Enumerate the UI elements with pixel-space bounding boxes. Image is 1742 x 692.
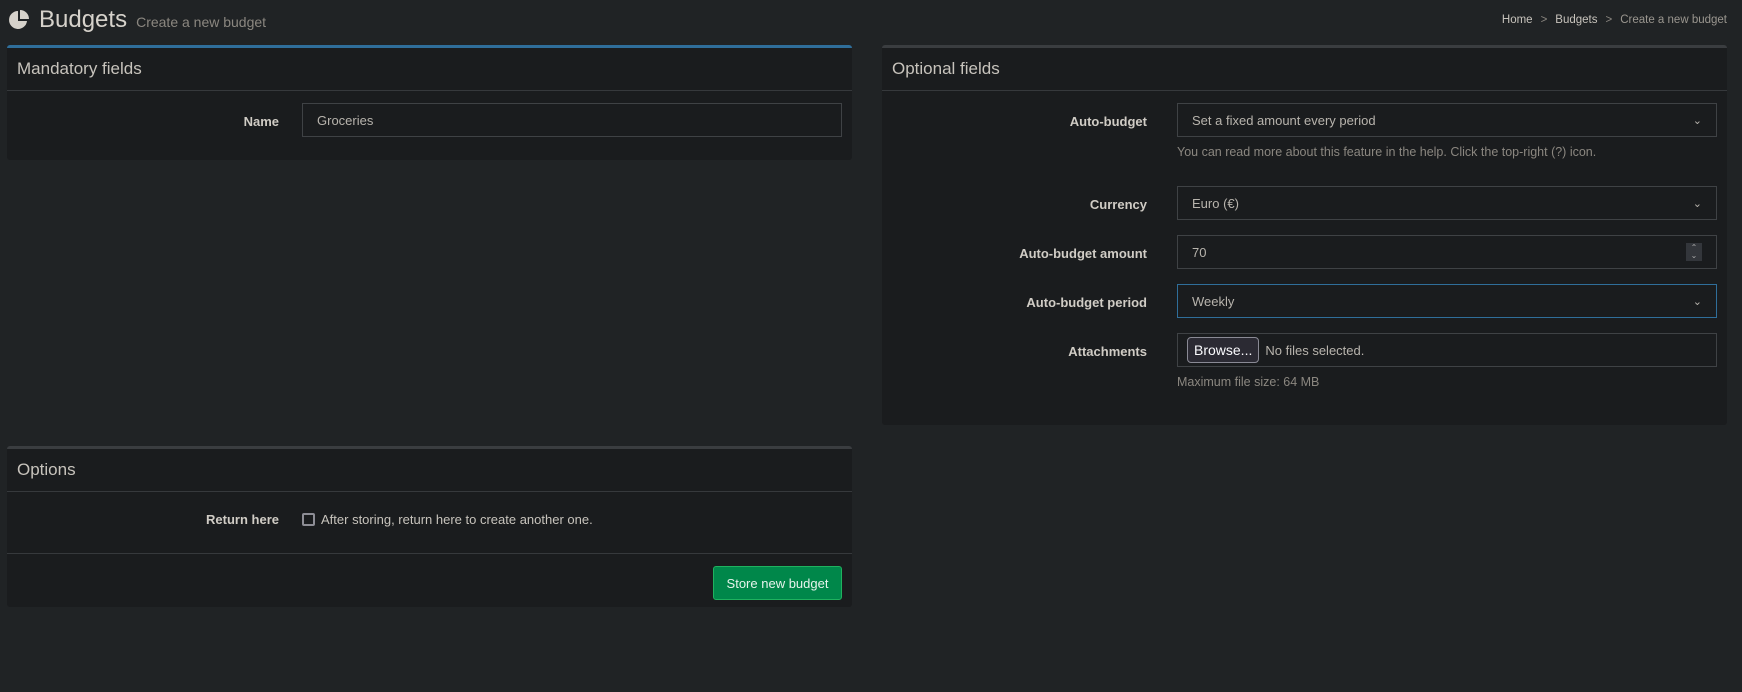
auto-budget-select[interactable]: Set a fixed amount every period ⌄ [1177, 103, 1717, 137]
mandatory-fields-panel: Mandatory fields Name Groceries [7, 45, 852, 160]
return-here-option[interactable]: After storing, return here to create ano… [302, 512, 593, 527]
auto-budget-help: You can read more about this feature in … [1177, 145, 1597, 159]
period-select[interactable]: Weekly ⌄ [1177, 284, 1717, 318]
breadcrumb-home[interactable]: Home [1502, 14, 1533, 26]
auto-budget-value: Set a fixed amount every period [1192, 112, 1376, 128]
pie-chart-icon [9, 10, 29, 29]
return-here-checkbox[interactable] [302, 513, 315, 526]
options-panel: Options Return here After storing, retur… [7, 446, 852, 607]
chevron-down-icon: ⌄ [1692, 197, 1702, 210]
auto-budget-label: Auto-budget [1069, 114, 1147, 129]
browse-button[interactable]: Browse... [1187, 337, 1260, 363]
optional-fields-panel: Optional fields Auto-budget Set a fixed … [882, 45, 1727, 425]
page-header: Budgets Create a new budget [8, 6, 266, 34]
page-subtitle: Create a new budget [136, 14, 267, 30]
attachments-label: Attachments [1068, 344, 1147, 359]
divider [7, 553, 852, 554]
panel-title: Options [7, 449, 852, 492]
panel-title: Mandatory fields [7, 48, 852, 91]
amount-input[interactable]: 70 ⌃ ⌄ [1177, 235, 1717, 269]
currency-select[interactable]: Euro (€) ⌄ [1177, 186, 1717, 220]
max-file-size: Maximum file size: 64 MB [1177, 375, 1320, 389]
name-input[interactable]: Groceries [302, 103, 842, 137]
amount-label: Auto-budget amount [1019, 246, 1147, 261]
breadcrumb: Home > Budgets > Create a new budget [1502, 14, 1727, 26]
store-new-budget-button[interactable]: Store new budget [713, 566, 842, 600]
breadcrumb-budgets[interactable]: Budgets [1555, 14, 1597, 26]
period-value: Weekly [1192, 293, 1235, 309]
currency-label: Currency [1089, 197, 1147, 212]
panel-title: Optional fields [882, 48, 1727, 91]
attachments-input[interactable]: Browse... No files selected. [1177, 333, 1717, 367]
page-title: Budgets [39, 6, 128, 33]
currency-value: Euro (€) [1192, 195, 1239, 211]
return-here-text: After storing, return here to create ano… [321, 512, 593, 527]
return-here-label: Return here [206, 512, 279, 527]
chevron-down-icon: ⌄ [1692, 114, 1702, 127]
breadcrumb-separator: > [1605, 14, 1613, 26]
amount-value: 70 [1192, 244, 1207, 260]
stepper-icon[interactable]: ⌃ ⌄ [1686, 243, 1702, 261]
breadcrumb-current: Create a new budget [1620, 14, 1727, 26]
breadcrumb-separator: > [1540, 14, 1548, 26]
period-label: Auto-budget period [1026, 295, 1147, 310]
name-label: Name [243, 114, 279, 129]
no-files-text: No files selected. [1265, 342, 1365, 358]
chevron-down-icon: ⌄ [1692, 295, 1702, 308]
name-value: Groceries [317, 112, 374, 128]
